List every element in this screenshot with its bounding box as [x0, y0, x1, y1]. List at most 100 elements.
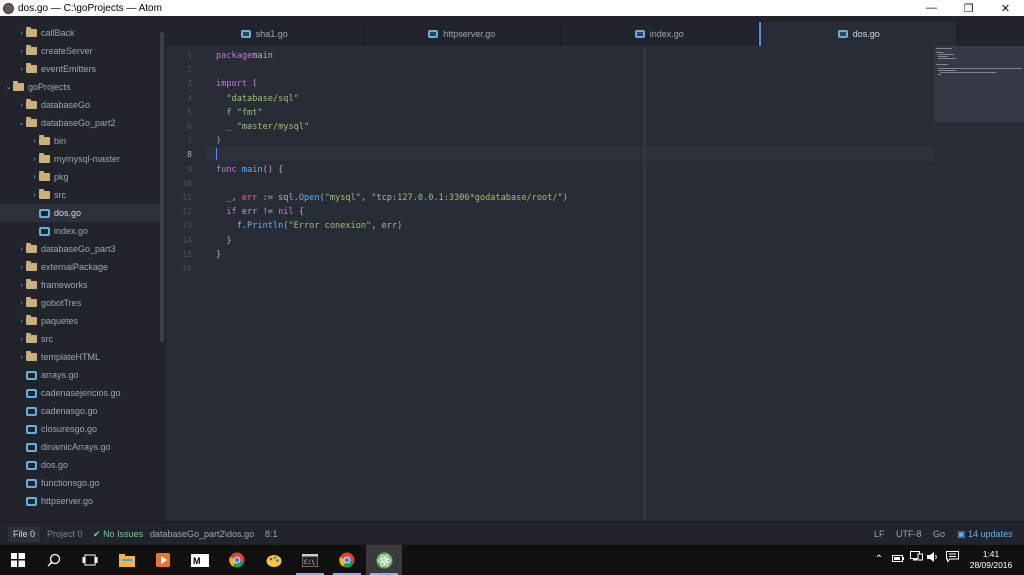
code-token: Println — [247, 221, 284, 232]
code-token: f — [216, 107, 237, 118]
linter-status[interactable]: ✔ No Issues — [93, 522, 143, 546]
project-issues-tab[interactable]: Project 0 — [42, 527, 88, 542]
tree-item-label: externalPackage — [41, 262, 109, 272]
line-number: 16 — [182, 264, 192, 273]
tree-folder[interactable]: › paquetes — [0, 312, 160, 330]
tree-file[interactable]: arrays.go — [0, 366, 160, 384]
tree-folder[interactable]: › src — [0, 186, 160, 204]
tree-item-label: cadenasejericios.go — [41, 388, 121, 398]
file-explorer-app[interactable] — [109, 545, 145, 575]
tree-folder[interactable]: ⌄ databaseGo_part2 — [0, 114, 160, 132]
editor-tab[interactable]: httpserver.go — [364, 22, 561, 46]
go-file-icon — [26, 406, 37, 416]
title-bar: dos.go — C:\goProjects — Atom — ❐ ✕ — [0, 0, 1024, 16]
code-token: "master/mysql" — [236, 122, 310, 132]
chrome-window-app[interactable] — [329, 545, 365, 575]
search-button[interactable] — [36, 545, 72, 575]
tree-file[interactable]: index.go — [0, 222, 160, 240]
tree-folder[interactable]: › pkg — [0, 168, 160, 186]
chevron-right-icon: › — [20, 29, 23, 37]
editor-tab[interactable]: index.go — [561, 22, 759, 46]
go-file-icon — [837, 30, 848, 38]
tree-folder[interactable]: › callBack — [0, 24, 160, 42]
tree-folder[interactable]: › frameworks — [0, 276, 160, 294]
tree-file[interactable]: cadenasejericios.go — [0, 384, 160, 402]
battery-icon[interactable] — [890, 545, 906, 575]
go-file-icon — [26, 442, 37, 452]
tree-folder[interactable]: › createServer — [0, 42, 160, 60]
tab-label: dos.go — [852, 29, 880, 39]
task-view-icon — [82, 554, 98, 566]
code-token: nil — [278, 207, 294, 218]
file-issues-tab[interactable]: File 0 — [8, 527, 41, 542]
code-editor[interactable]: 1 2 3 4 5 6 7 8 9 10 11 12 13 14 15 16 packagemain impor… — [166, 46, 934, 521]
tree-scrollbar[interactable] — [160, 32, 164, 342]
code-token: "database/sql" — [226, 93, 299, 104]
volume-icon[interactable] — [925, 545, 941, 575]
minimize-button[interactable]: — — [913, 0, 950, 16]
file-path[interactable]: databaseGo_part2\dos.go — [150, 522, 254, 546]
system-clock[interactable]: 1:41 28/09/2016 — [966, 549, 1016, 571]
encoding-selector[interactable]: UTF-8 — [896, 522, 922, 546]
go-file-icon — [26, 478, 37, 488]
tree-file[interactable]: dinamicArrays.go — [0, 438, 160, 456]
tree-file[interactable]: dos.go — [0, 456, 160, 474]
package-updates[interactable]: ▣ 14 updates — [957, 522, 1013, 546]
line-number: 2 — [187, 65, 192, 75]
minimap[interactable] — [934, 46, 1024, 521]
go-file-icon — [634, 30, 645, 38]
tree-folder[interactable]: › externalPackage — [0, 258, 160, 276]
network-icon[interactable] — [908, 545, 924, 575]
tree-item-label: goProjects — [28, 82, 71, 92]
folder-icon — [26, 279, 37, 289]
task-view-button[interactable] — [72, 545, 108, 575]
code-token: () { — [262, 164, 284, 175]
tree-view: › callBack › createServer › eventEmitters ⌄ goP… — [0, 16, 166, 521]
show-hidden-icons-button[interactable]: ⌃ — [872, 545, 886, 575]
tree-folder[interactable]: › bin — [0, 132, 160, 150]
tree-item-label: dos.go — [41, 460, 69, 470]
mail-app[interactable]: M — [182, 545, 218, 575]
code-line: } — [216, 234, 231, 248]
go-file-icon — [26, 460, 37, 470]
tree-file[interactable]: cadenasgo.go — [0, 402, 160, 420]
start-button[interactable] — [0, 545, 36, 575]
cursor-position[interactable]: 8:1 — [265, 522, 278, 546]
tree-file[interactable]: dos.go — [0, 204, 160, 222]
code-line: "database/sql" — [216, 92, 299, 106]
command-prompt-app[interactable]: C:\ — [292, 545, 328, 575]
tree-file[interactable]: closuresgo.go — [0, 420, 160, 438]
line-number-gutter: 1 2 3 4 5 6 7 8 9 10 11 12 13 14 15 16 — [166, 46, 206, 521]
atom-icon — [376, 552, 392, 568]
maximize-button[interactable]: ❐ — [950, 0, 987, 16]
tree-folder[interactable]: › databaseGo — [0, 96, 160, 114]
editor-tab[interactable]: dos.go — [758, 22, 958, 46]
code-token: func — [216, 164, 237, 175]
code-line: func main() { — [216, 163, 283, 177]
code-line: _ "master/mysql" — [216, 120, 309, 134]
chrome-app[interactable] — [219, 545, 255, 575]
chevron-right-icon: › — [20, 353, 23, 361]
atom-app[interactable] — [366, 545, 402, 575]
notifications-icon[interactable] — [943, 545, 961, 575]
go-file-icon — [428, 30, 439, 38]
svg-text:M: M — [193, 556, 201, 566]
tree-file[interactable]: functionsgo.go — [0, 474, 160, 492]
tree-folder[interactable]: › src — [0, 330, 160, 348]
grammar-selector[interactable]: Go — [933, 522, 945, 546]
media-player-app[interactable] — [145, 545, 181, 575]
folder-icon — [26, 297, 37, 307]
tree-folder[interactable]: › mymysql-master — [0, 150, 160, 168]
editor-tab[interactable]: sha1.go — [166, 22, 364, 46]
paint-app[interactable] — [256, 545, 292, 575]
tree-folder[interactable]: › databaseGo_part3 — [0, 240, 160, 258]
tree-folder[interactable]: ⌄ goProjects — [0, 78, 160, 96]
tree-folder[interactable]: › templateHTML — [0, 348, 160, 366]
tree-folder[interactable]: › eventEmitters — [0, 60, 160, 78]
folder-icon — [26, 117, 37, 127]
line-ending-selector[interactable]: LF — [874, 522, 885, 546]
tree-folder[interactable]: › gobotTres — [0, 294, 160, 312]
close-button[interactable]: ✕ — [987, 0, 1024, 16]
tree-file[interactable]: httpserver.go — [0, 492, 160, 510]
